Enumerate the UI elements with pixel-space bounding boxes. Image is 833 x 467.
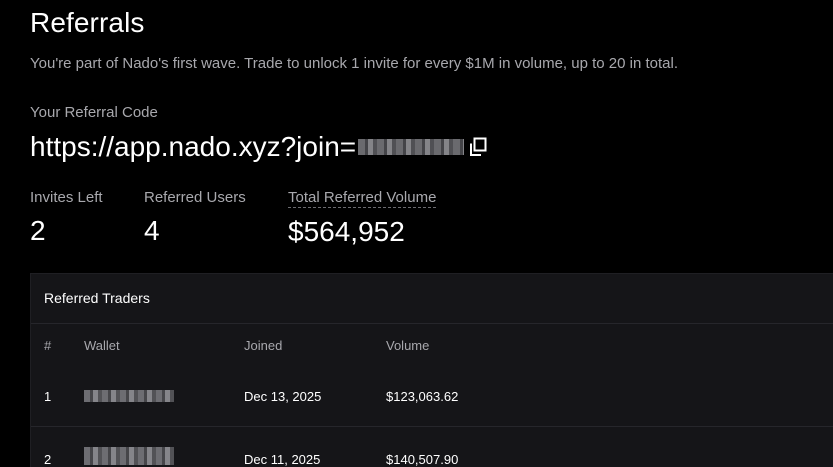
page-title: Referrals — [30, 7, 145, 38]
row-volume: $140,507.90 — [386, 452, 459, 467]
row-joined: Dec 11, 2025 — [244, 452, 321, 467]
column-header-joined[interactable]: Joined — [244, 338, 282, 353]
column-header-wallet[interactable]: Wallet — [84, 338, 120, 353]
redacted-wallet — [84, 447, 174, 465]
invites-left-value: 2 — [30, 215, 46, 246]
row-index: 2 — [44, 452, 52, 467]
referral-code-label: Your Referral Code — [30, 104, 158, 121]
copy-icon-graphic — [470, 137, 487, 156]
referrals-page: Referrals You're part of Nado's first wa… — [0, 0, 833, 467]
row-joined: Dec 13, 2025 — [244, 389, 322, 404]
copy-icon[interactable] — [468, 137, 488, 157]
referred-traders-title: Referred Traders — [44, 290, 150, 306]
referral-code-url[interactable]: https://app.nado.xyz?join= — [30, 131, 356, 163]
row-volume: $123,063.62 — [386, 389, 459, 404]
total-volume-value: $564,952 — [288, 216, 405, 247]
row-divider — [31, 426, 833, 427]
referred-users-label: Referred Users — [144, 189, 246, 206]
total-volume-label[interactable]: Total Referred Volume — [288, 189, 437, 208]
invites-left-label: Invites Left — [30, 189, 103, 206]
referred-users-value: 4 — [144, 215, 160, 246]
stat-invites-left: Invites Left 2 — [30, 189, 103, 247]
stat-total-referred-volume: Total Referred Volume $564,952 — [288, 189, 437, 248]
redacted-code — [358, 139, 465, 155]
referral-code-row: https://app.nado.xyz?join= — [30, 128, 488, 166]
stat-referred-users: Referred Users 4 — [144, 189, 246, 247]
page-subtitle: You're part of Nado's first wave. Trade … — [30, 55, 679, 72]
redacted-wallet — [84, 390, 174, 402]
column-header-volume[interactable]: Volume — [386, 338, 429, 353]
column-header-index: # — [44, 338, 52, 353]
row-index: 1 — [44, 389, 52, 404]
card-divider — [31, 323, 833, 324]
referred-traders-card: Referred Traders # Wallet Joined Volume … — [30, 273, 833, 467]
